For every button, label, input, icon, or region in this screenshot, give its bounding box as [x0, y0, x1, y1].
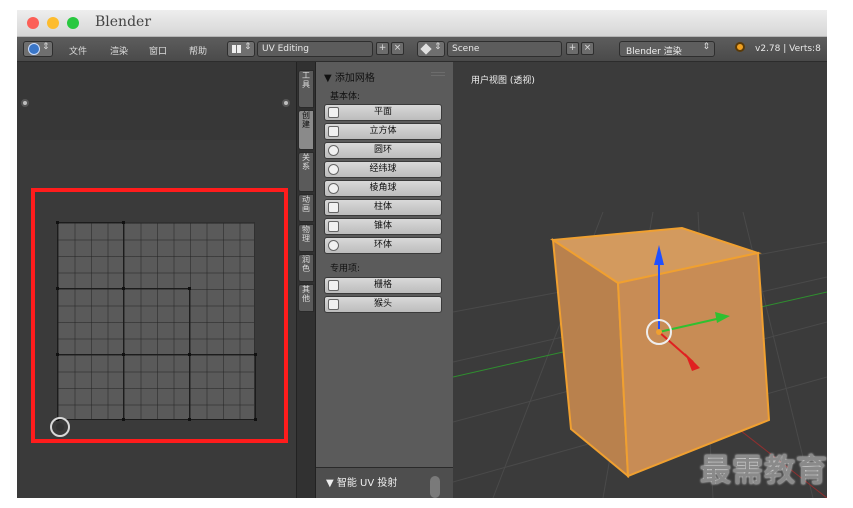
editor-type-button[interactable]: ⇕ [23, 41, 53, 57]
primitives-label: 基本体: [330, 92, 361, 102]
screen-layout-button[interactable]: ⇕ [227, 41, 255, 57]
add-circle-button[interactable]: 圆环 [324, 142, 442, 159]
menu-render[interactable]: 渲染 [110, 44, 128, 57]
add-monkey-label: 猴头 [373, 299, 392, 309]
add-layout-button[interactable]: + [376, 42, 389, 55]
plane-icon [328, 107, 339, 118]
grid-icon [328, 280, 339, 291]
render-engine-select[interactable]: Blender 渲染 ⇕ [619, 41, 715, 57]
add-scene-button[interactable]: + [566, 42, 579, 55]
cylinder-icon [328, 202, 339, 213]
monkey-icon [328, 299, 339, 310]
highlight-box [31, 188, 288, 443]
tool-shelf-tabs: 工具 创建 关系 动画 物理 润色 其他 [296, 62, 316, 498]
area-corner-handle[interactable] [282, 99, 290, 107]
tab-grease[interactable]: 润色 [298, 254, 314, 282]
scene-button[interactable]: ⇕ [417, 41, 445, 57]
delete-scene-button[interactable]: × [581, 42, 594, 55]
add-plane-label: 平面 [373, 107, 392, 117]
title-bar: Blender [17, 10, 827, 37]
tab-tools[interactable]: 工具 [298, 70, 314, 108]
render-engine-value: Blender 渲染 [626, 47, 682, 57]
viewport-scene [453, 211, 827, 498]
screen-layout-field[interactable]: UV Editing [257, 41, 373, 57]
tab-create[interactable]: 创建 [298, 110, 314, 150]
add-torus-button[interactable]: 环体 [324, 237, 442, 254]
blender-logo-icon [735, 42, 745, 52]
3d-viewport[interactable]: 用户视图 (透视) [453, 62, 827, 498]
menu-help[interactable]: 帮助 [189, 44, 207, 57]
tab-relations[interactable]: 关系 [298, 152, 314, 192]
uvsphere-icon [328, 164, 339, 175]
tool-shelf: ▼ 添加网格 基本体: 平面 立方体 圆环 经纬球 棱角球 柱体 锥体 环体 专… [316, 62, 454, 498]
add-cube-button[interactable]: 立方体 [324, 123, 442, 140]
add-monkey-button[interactable]: 猴头 [324, 296, 442, 313]
tab-physics[interactable]: 物理 [298, 224, 314, 252]
blender-window: Blender ⇕ 文件 渲染 窗口 帮助 ⇕ UV Editing + × ⇕… [17, 10, 827, 498]
panel-grip-icon[interactable] [431, 72, 445, 78]
updown-icon: ⇕ [42, 42, 50, 52]
special-label: 专用项: [330, 264, 361, 274]
smart-uv-project-title[interactable]: ▼ 智能 UV 投射 [326, 474, 397, 489]
close-window-button[interactable] [27, 17, 39, 29]
add-mesh-panel-title[interactable]: ▼ 添加网格 [324, 69, 375, 84]
cube-icon [328, 126, 339, 137]
uv-image-editor[interactable] [17, 62, 296, 498]
add-cone-label: 锥体 [373, 221, 392, 231]
info-header: ⇕ 文件 渲染 窗口 帮助 ⇕ UV Editing + × ⇕ Scene +… [17, 37, 827, 62]
layout-icon [232, 45, 241, 53]
tab-other[interactable]: 其他 [298, 284, 314, 312]
object-origin-icon [656, 329, 662, 335]
tab-animation[interactable]: 动画 [298, 194, 314, 222]
torus-icon [328, 240, 339, 251]
menu-file[interactable]: 文件 [69, 44, 87, 57]
add-circle-label: 圆环 [373, 145, 392, 155]
2d-cursor-icon[interactable] [50, 417, 70, 437]
zoom-window-button[interactable] [67, 17, 79, 29]
add-cylinder-button[interactable]: 柱体 [324, 199, 442, 216]
add-uvsphere-button[interactable]: 经纬球 [324, 161, 442, 178]
scene-field[interactable]: Scene [447, 41, 562, 57]
add-plane-button[interactable]: 平面 [324, 104, 442, 121]
add-icosphere-label: 棱角球 [369, 183, 397, 193]
uv-editor-background [17, 62, 296, 140]
add-torus-label: 环体 [373, 240, 392, 250]
icosphere-icon [328, 183, 339, 194]
panel-scrollbar[interactable] [430, 476, 440, 498]
cone-icon [328, 221, 339, 232]
updown-icon: ⇕ [244, 42, 252, 52]
area-corner-handle[interactable] [21, 99, 29, 107]
add-grid-button[interactable]: 栅格 [324, 277, 442, 294]
info-icon [28, 43, 40, 55]
minimize-window-button[interactable] [47, 17, 59, 29]
updown-icon: ⇕ [702, 42, 710, 52]
add-grid-label: 栅格 [373, 280, 392, 290]
menu-window[interactable]: 窗口 [149, 44, 167, 57]
add-cylinder-label: 柱体 [373, 202, 392, 212]
updown-icon: ⇕ [434, 42, 442, 52]
delete-layout-button[interactable]: × [391, 42, 404, 55]
circle-icon [328, 145, 339, 156]
add-cone-button[interactable]: 锥体 [324, 218, 442, 235]
add-uvsphere-label: 经纬球 [369, 164, 397, 174]
smart-uv-project-panel: ▼ 智能 UV 投射 [316, 467, 453, 498]
scene-stats: v2.78 | Verts:8 [755, 44, 821, 54]
add-cube-label: 立方体 [369, 126, 397, 136]
add-icosphere-button[interactable]: 棱角球 [324, 180, 442, 197]
scene-icon [420, 43, 432, 55]
window-title: Blender [95, 14, 152, 30]
watermark-text: 最需教育 [700, 453, 828, 489]
